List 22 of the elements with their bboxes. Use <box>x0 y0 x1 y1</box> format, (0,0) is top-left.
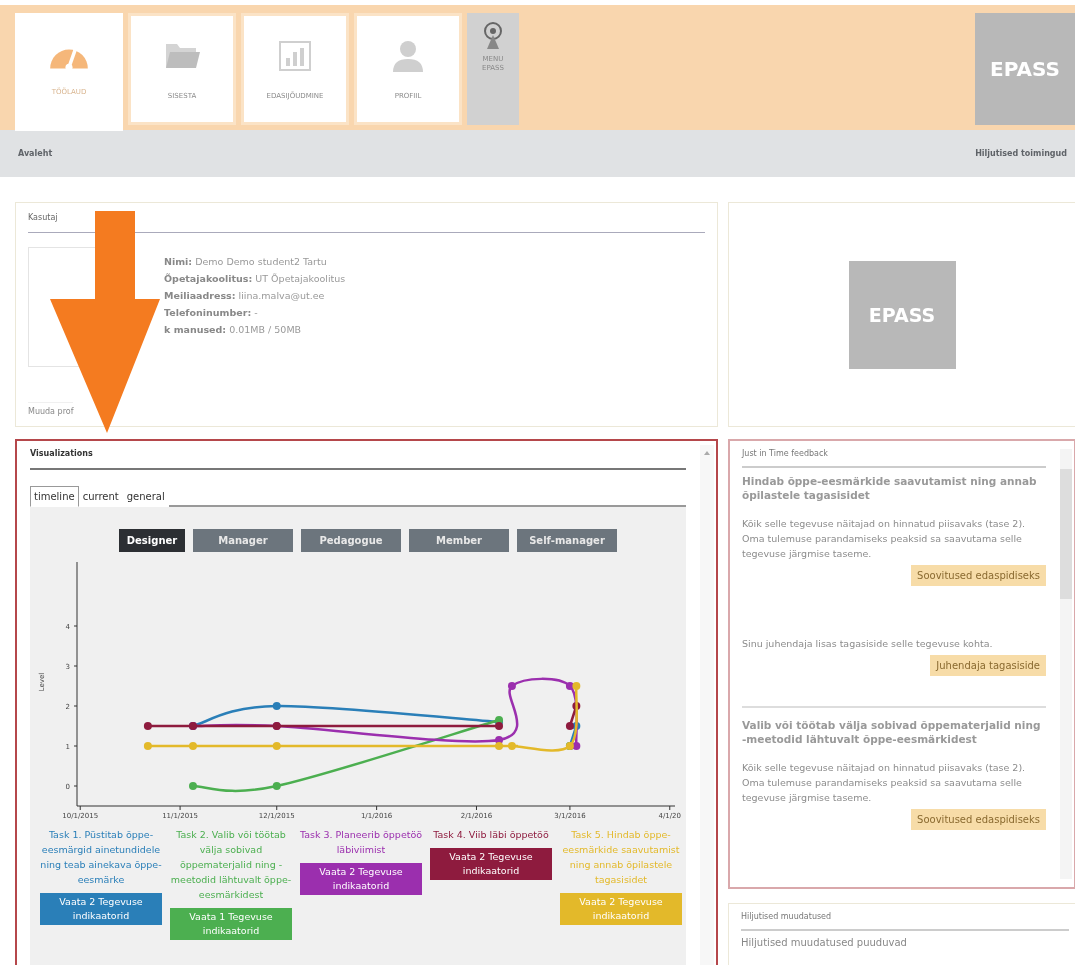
task-description: Task 4. Viib läbi õppetöö <box>432 828 550 842</box>
task-description: Task 5. Hindab õppe-eesmärkide saavutamist ning annab õpilastele tagasisidet <box>561 828 681 887</box>
profile-field: Meiliaadress: liina.malva@ut.ee <box>164 287 346 304</box>
feedback-text: Kõik selle tegevuse näitajad on hinnatud piisavaks (tase 2). Oma tulemuse parandamiseks peaksid sa saavutama selle tegevuse järgmise taseme. <box>742 761 1027 805</box>
profile-field: Õpetajakoolitus: UT Õpetajakoolitus <box>164 270 346 287</box>
task-description: Task 2. Valib või töötab välja sobivad õppematerjalid ning -meetodid lähtuvalt õppe-eesmärkidest <box>169 828 293 902</box>
panel-title: Just in Time feedback <box>742 449 1046 468</box>
logo: EPASS <box>848 260 956 369</box>
feedback-title: Valib või töötab välja sobivad õppematerjalid ning -meetodid lähtuvalt õppe-eesmärkidest <box>742 718 1042 746</box>
feedback-text: Sinu juhendaja lisas tagasiside selle tegevuse kohta. <box>742 637 994 651</box>
empty-message: Hiljutised muudatused puuduvad <box>741 936 908 948</box>
feedback-title: Hindab õppe-eesmärkide saavutamist ning annab õpilastele tagasisidet <box>742 474 1038 502</box>
breadcrumb: Avaleht <box>18 149 53 158</box>
logo: EPASS <box>975 13 1075 125</box>
feedback-text: Kõik selle tegevuse näitajad on hinnatud piisavaks (tase 2). Oma tulemuse parandamiseks peaksid sa saavutama selle tegevuse järgmise taseme. <box>742 517 1027 561</box>
profile-field: k manused: 0.01MB / 50MB <box>164 321 346 338</box>
panel-title: Hiljutised muudatused <box>741 912 1069 931</box>
panel-title: Visualizations <box>30 449 686 470</box>
profile-field: Telefoninumber: - <box>164 304 346 321</box>
task-description: Task 1. Püstitab õppe-eesmärgid ainetundidele ning teab ainekava õppe-eesmärke <box>39 828 163 887</box>
task-description: Task 3. Planeerib õppetöö läbiviimist <box>298 828 424 857</box>
profile-field: Nimi: Demo Demo student2 Tartu <box>164 253 346 270</box>
